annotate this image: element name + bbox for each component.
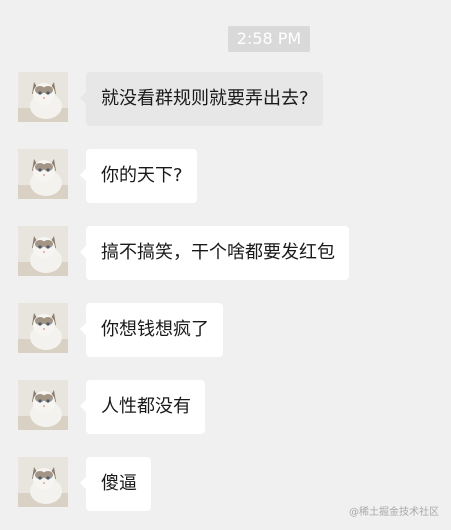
cat-avatar-icon (18, 457, 68, 507)
message-bubble[interactable]: 你的天下? (80, 149, 197, 203)
avatar[interactable] (18, 72, 68, 122)
cat-avatar-icon (18, 72, 68, 122)
message-bubble[interactable]: 傻逼 (80, 457, 151, 511)
timestamp-badge: 2:58 PM (228, 26, 310, 52)
avatar[interactable] (18, 303, 68, 353)
cat-avatar-icon (18, 380, 68, 430)
avatar[interactable] (18, 226, 68, 276)
avatar[interactable] (18, 457, 68, 507)
avatar[interactable] (18, 380, 68, 430)
cat-avatar-icon (18, 303, 68, 353)
cat-avatar-icon (18, 149, 68, 199)
message-bubble[interactable]: 你想钱想疯了 (80, 303, 223, 357)
avatar[interactable] (18, 149, 68, 199)
cat-avatar-icon (18, 226, 68, 276)
message-bubble[interactable]: 人性都没有 (80, 380, 205, 434)
message-bubble[interactable]: 就没看群规则就要弄出去? (80, 72, 323, 126)
watermark: @稀土掘金技术社区 (349, 507, 439, 518)
message-bubble[interactable]: 搞不搞笑，干个啥都要发红包 (80, 226, 349, 280)
